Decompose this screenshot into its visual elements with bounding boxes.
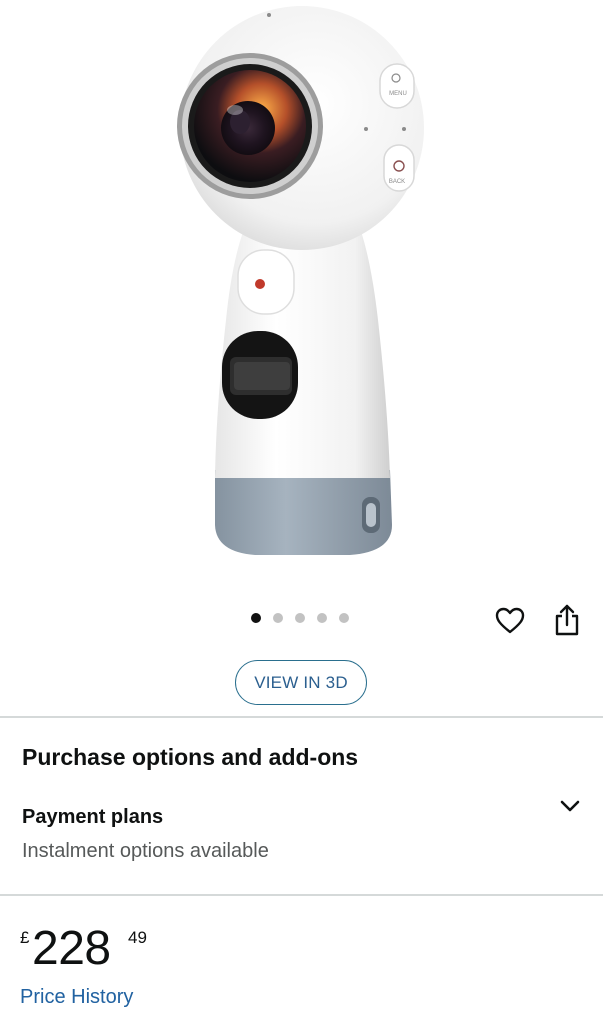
camera-illustration: MENU BACK [177, 6, 424, 555]
payment-plans-subtitle: Instalment options available [22, 840, 269, 862]
section-divider [0, 716, 603, 718]
image-carousel-indicator[interactable] [251, 613, 349, 623]
payment-plans-title: Payment plans [22, 806, 164, 828]
back-label: BACK [389, 179, 405, 185]
payment-plans-accordion[interactable]: Payment plans Instalment options availab… [0, 790, 603, 880]
carousel-dot-1[interactable] [251, 613, 261, 623]
share-button[interactable] [551, 603, 583, 637]
section-divider [0, 894, 603, 896]
purchase-options-heading: Purchase options and add-ons [22, 744, 359, 770]
view-in-3d-button[interactable]: VIEW IN 3D [235, 660, 367, 705]
carousel-dot-2[interactable] [273, 613, 283, 623]
add-to-wishlist-button[interactable] [494, 605, 526, 637]
price-fraction: 49 [128, 928, 147, 947]
heart-icon [495, 607, 525, 634]
carousel-dot-4[interactable] [317, 613, 327, 623]
price-currency-symbol: £ [20, 928, 30, 947]
carousel-dot-5[interactable] [339, 613, 349, 623]
carousel-dot-3[interactable] [295, 613, 305, 623]
product-image[interactable]: MENU BACK [0, 0, 603, 590]
menu-label: MENU [389, 91, 407, 97]
price-history-link[interactable]: Price History [20, 986, 133, 1009]
chevron-down-icon [560, 800, 580, 812]
price-whole: 228 [32, 922, 111, 975]
share-icon [555, 604, 579, 636]
